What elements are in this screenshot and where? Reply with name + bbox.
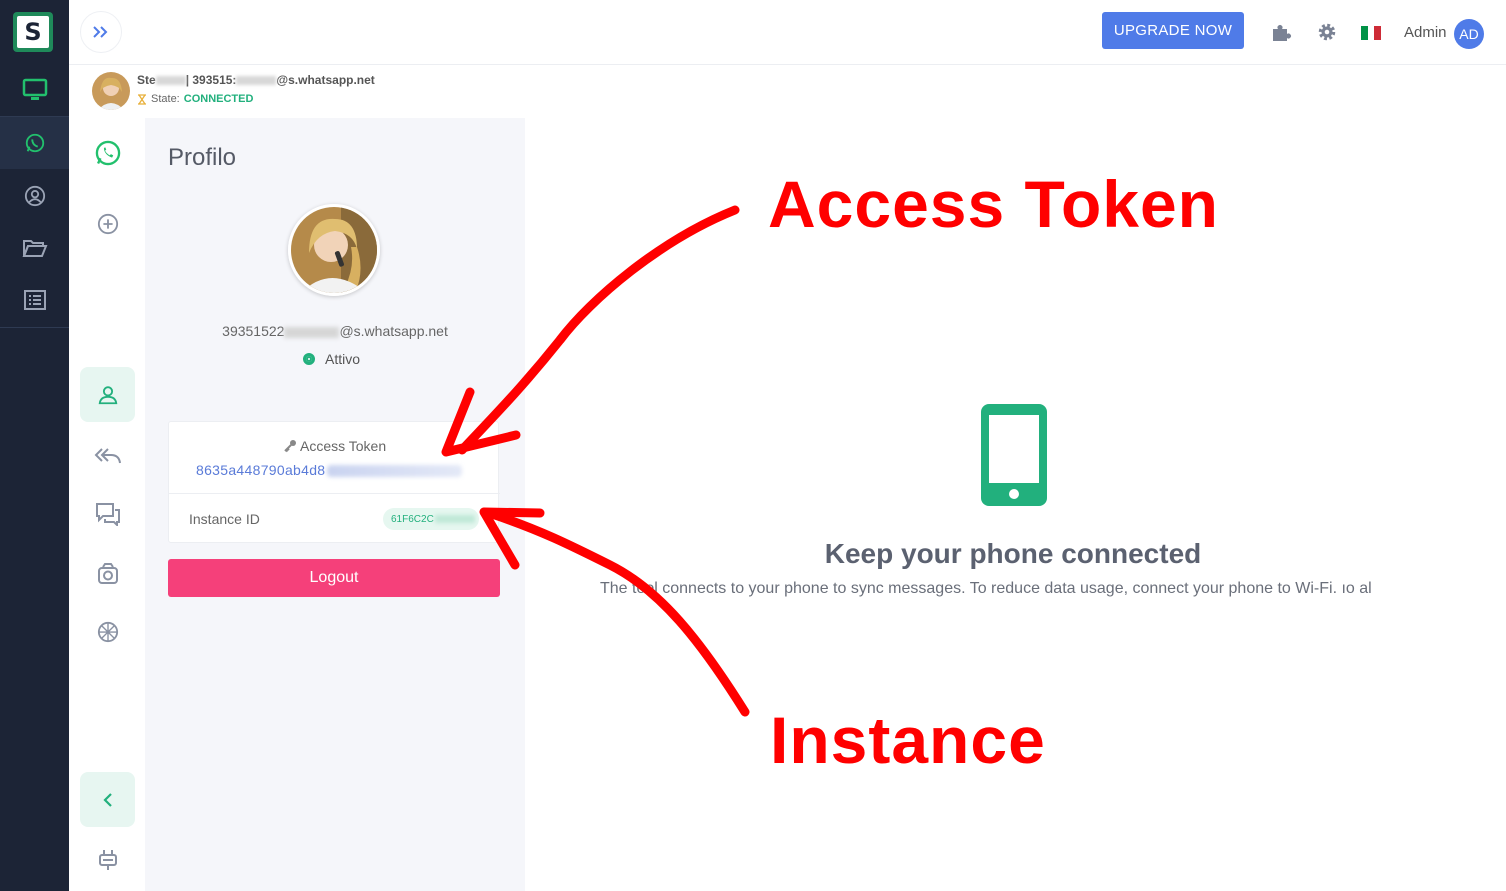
subnav-bot[interactable] (80, 546, 135, 601)
logout-button[interactable]: Logout (168, 559, 500, 597)
admin-label[interactable]: Admin (1404, 24, 1447, 41)
rail-item-whatsapp[interactable] (0, 117, 69, 169)
italy-flag-icon[interactable] (1361, 26, 1382, 40)
rail-item-reports[interactable] (0, 274, 69, 326)
card-divider (169, 493, 500, 494)
collapse-panel-button[interactable] (80, 772, 135, 827)
profile-jid: 39351522 @s.whatsapp.net (222, 323, 448, 339)
profile-panel: Profilo 39351522 @s.whatsapp.net Attivo A… (145, 118, 525, 891)
reply-all-icon (94, 447, 121, 463)
status-dot-icon (303, 353, 315, 365)
double-chevron-right-icon (93, 26, 108, 38)
rail-separator (0, 327, 69, 328)
sticker-icon (97, 621, 118, 642)
chat-icon (95, 502, 120, 526)
whatsapp-icon (25, 133, 44, 153)
hourglass-icon (138, 93, 146, 105)
profile-picture (288, 204, 380, 296)
smartphone-icon (981, 404, 1047, 506)
plus-circle-icon (97, 213, 118, 234)
plugins-button[interactable] (1270, 20, 1294, 44)
access-token-label: Access Token (169, 438, 500, 456)
profile-status: Attivo (303, 351, 360, 367)
main-rail: S (0, 0, 69, 891)
gear-icon (1318, 23, 1336, 41)
upgrade-now-button[interactable]: UPGRADE NOW (1102, 12, 1244, 49)
subnav-add[interactable] (80, 196, 135, 251)
folder-open-icon (22, 240, 47, 257)
chevron-left-icon (102, 792, 112, 807)
subnav-plug[interactable] (80, 832, 135, 887)
rail-item-contacts[interactable] (0, 170, 69, 222)
monitor-icon (22, 78, 47, 100)
session-state: State: CONNECTED (137, 93, 253, 105)
subnav-auto-reply[interactable] (80, 428, 135, 483)
plug-icon (98, 849, 117, 870)
rail-item-files[interactable] (0, 222, 69, 274)
instance-id-badge[interactable]: 61F6C2C (383, 508, 479, 530)
expand-sidebar-button[interactable] (80, 11, 122, 53)
annotation-instance: Instance (770, 703, 1046, 777)
rail-item-dashboard[interactable] (0, 64, 69, 116)
session-avatar (92, 72, 130, 110)
key-icon (283, 439, 297, 456)
subnav-whatsapp[interactable] (80, 125, 135, 180)
subnav-stickers[interactable] (80, 604, 135, 659)
puzzle-icon (1273, 25, 1291, 41)
admin-avatar[interactable]: AD (1454, 19, 1484, 49)
whatsapp-icon (95, 140, 120, 165)
instance-id-label: Instance ID (189, 511, 260, 527)
session-name: Ste | 393515: @s.whatsapp.net (137, 73, 375, 87)
user-icon (98, 385, 117, 404)
subnav-profile[interactable] (80, 367, 135, 422)
logo-icon[interactable]: S (13, 12, 53, 52)
list-icon (23, 290, 46, 310)
main-description: The tool connects to your phone to sync … (600, 580, 1372, 597)
camera-icon (97, 562, 118, 584)
main-title: Keep your phone connected (824, 538, 1202, 569)
annotation-access-token: Access Token (768, 167, 1219, 241)
user-circle-icon (24, 185, 45, 207)
settings-button[interactable] (1315, 20, 1339, 44)
credentials-card: Access Token 8635a448790ab4d8 Instance I… (168, 421, 500, 543)
access-token-value[interactable]: 8635a448790ab4d8 (196, 462, 463, 478)
subnav-chat[interactable] (80, 486, 135, 541)
panel-title: Profilo (168, 144, 237, 171)
